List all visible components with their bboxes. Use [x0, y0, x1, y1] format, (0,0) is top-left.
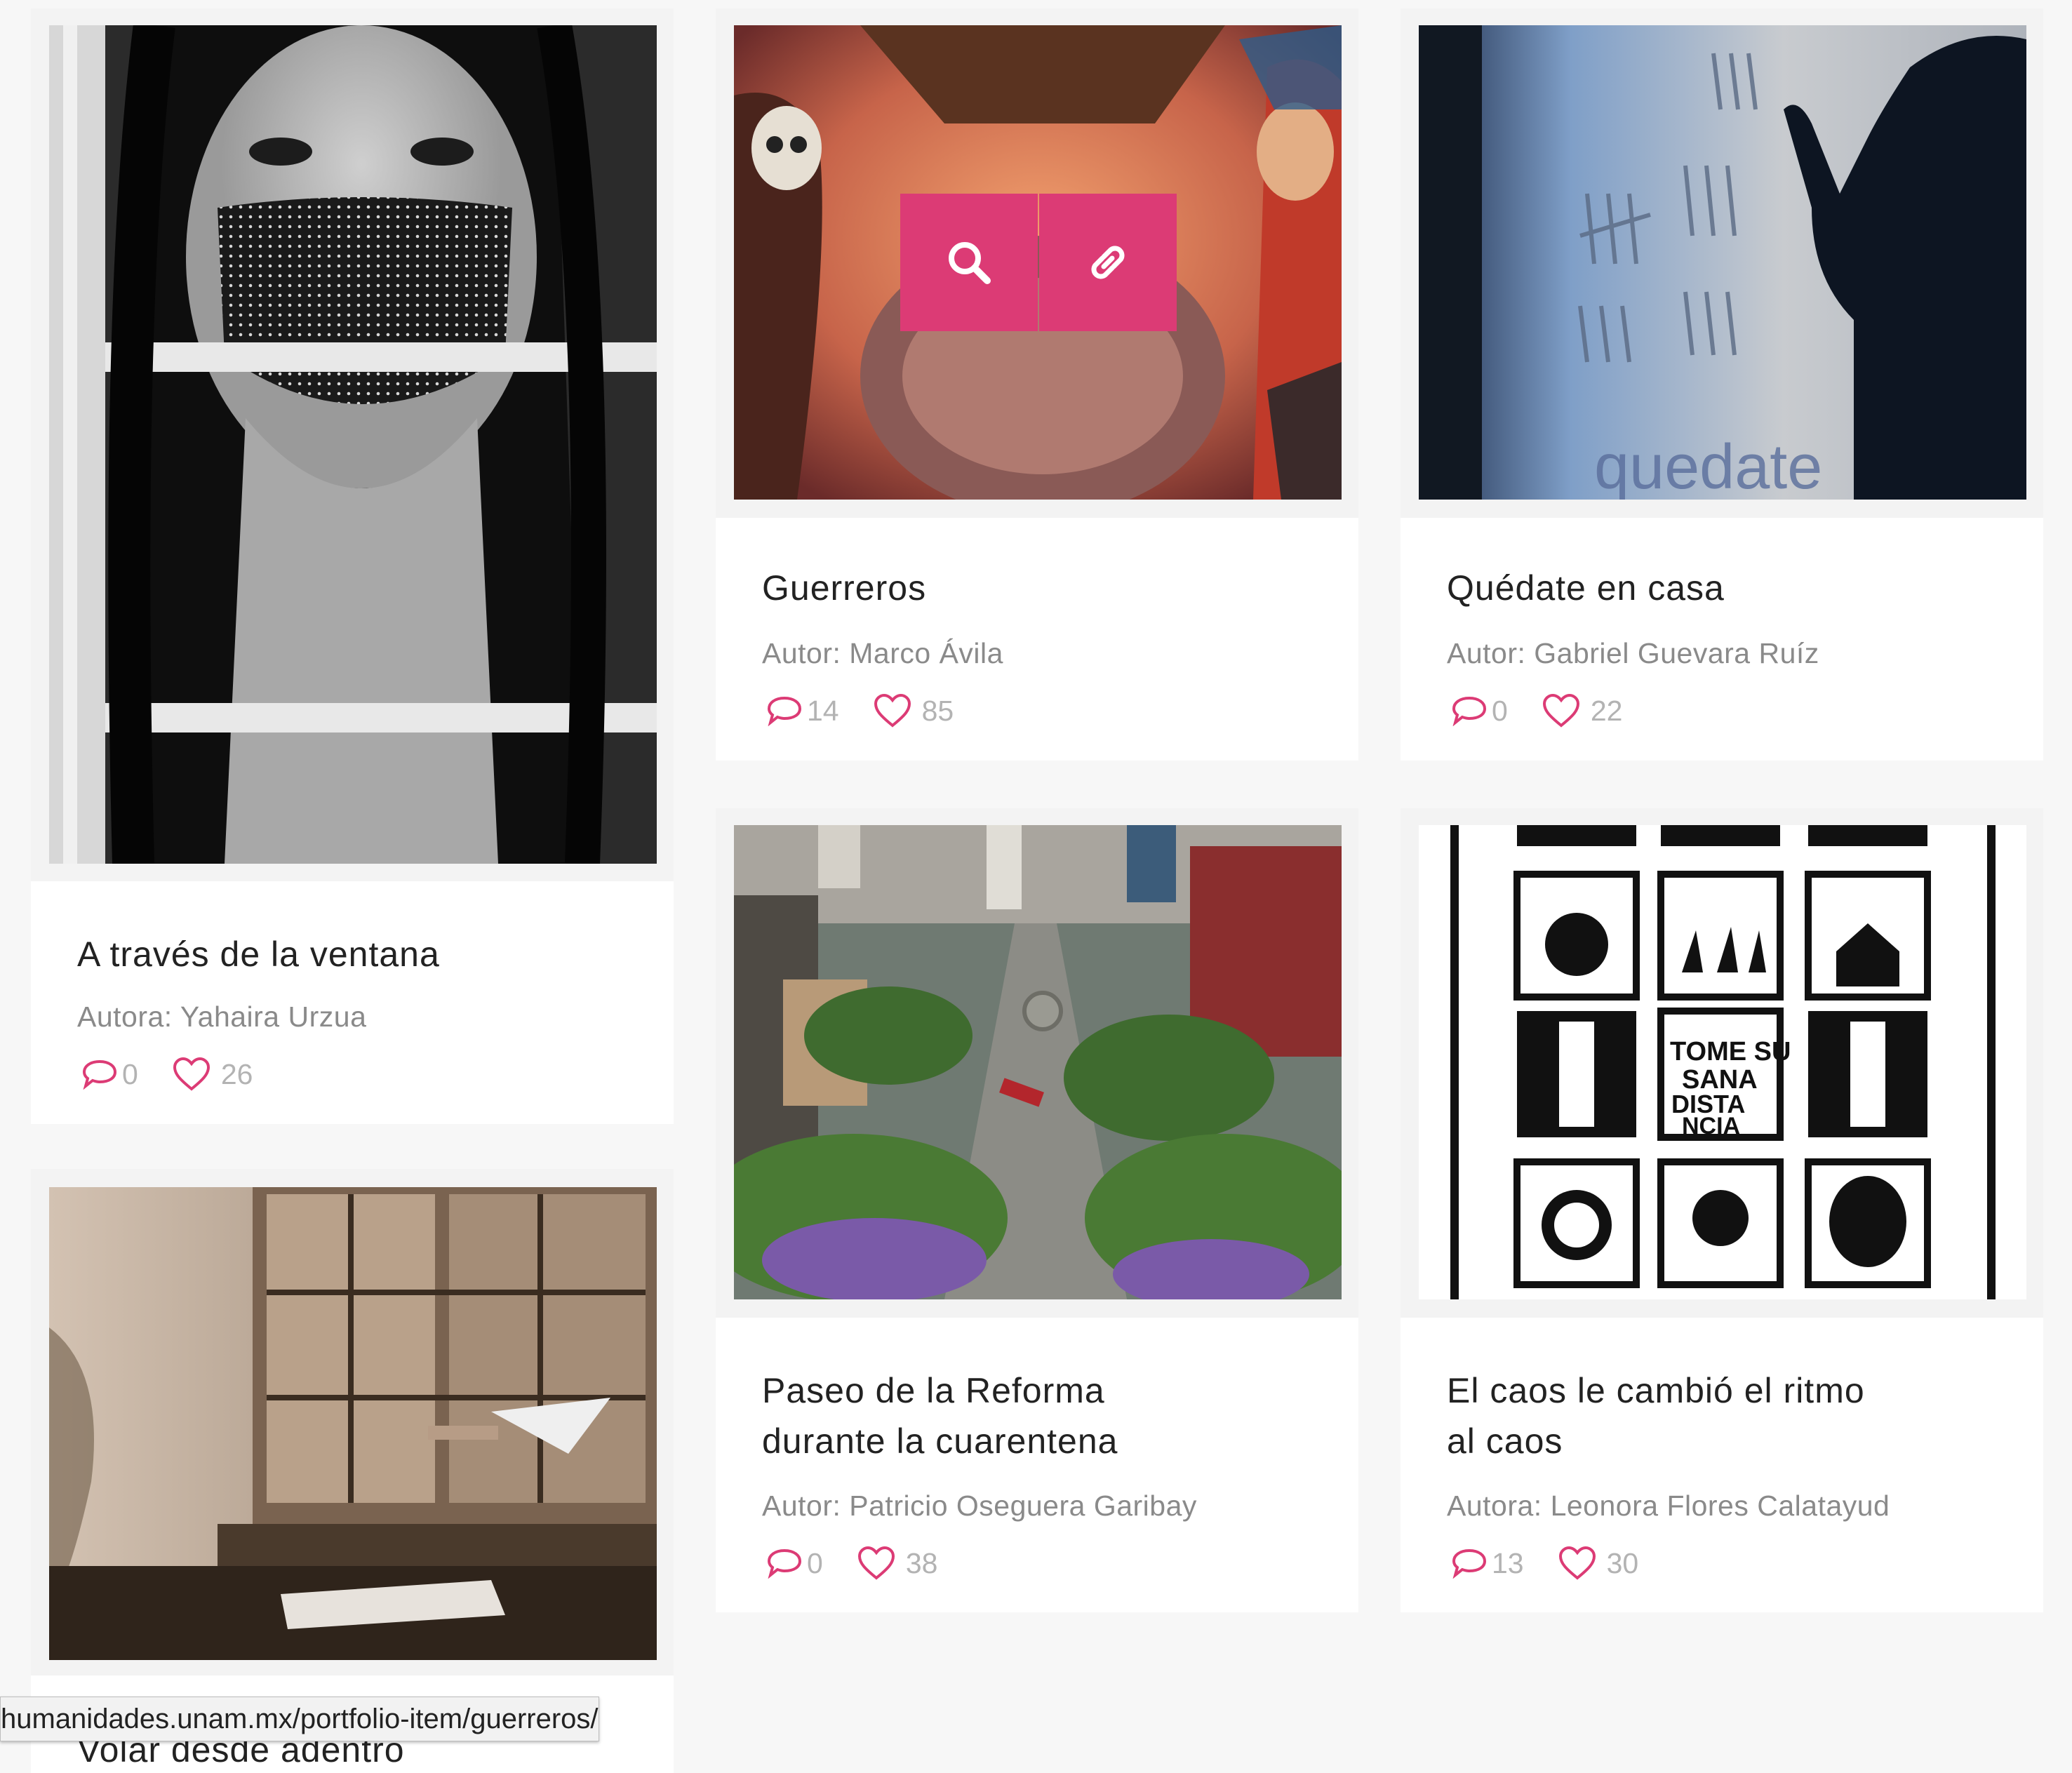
card-meta: 0 26: [81, 1057, 253, 1092]
comment-icon: [1452, 696, 1487, 726]
like-button[interactable]: 38: [857, 1546, 938, 1581]
svg-text:NCIA: NCIA: [1682, 1113, 1740, 1139]
heart-icon: [1542, 693, 1579, 728]
card-title-line: El caos le cambió el ritmo: [1447, 1371, 1865, 1410]
portfolio-card: A través de la ventana Autora: Yahaira U…: [31, 881, 674, 1124]
card-title-line: Paseo de la Reforma: [762, 1371, 1105, 1410]
like-count: 26: [220, 1057, 253, 1090]
search-icon: [949, 242, 991, 284]
like-count: 85: [921, 694, 954, 727]
card-author: Autor: Patricio Oseguera Garibay: [762, 1490, 1197, 1522]
like-count: 38: [905, 1546, 938, 1579]
svg-text:TOME SU: TOME SU: [1670, 1037, 1791, 1066]
comment-count: 13: [1492, 1546, 1524, 1579]
status-bar-url: humanidades.unam.mx/portfolio-item/guerr…: [0, 1697, 599, 1741]
card-meta: 14 85: [766, 693, 954, 728]
card-author: Autora: Yahaira Urzua: [77, 1001, 367, 1033]
heart-icon: [857, 1546, 895, 1580]
comments-link[interactable]: 0: [1451, 695, 1508, 728]
like-button[interactable]: 22: [1542, 693, 1623, 728]
card-author: Autor: Marco Ávila: [762, 637, 1003, 669]
comment-count: 0: [807, 1546, 823, 1579]
portfolio-image-guerreros[interactable]: [734, 25, 1342, 500]
link-button[interactable]: [1039, 194, 1177, 331]
zoom-button[interactable]: [900, 194, 1038, 331]
portfolio-image-paseo-de-la-reforma[interactable]: [734, 825, 1342, 1299]
portfolio-image-a-traves-de-la-ventana[interactable]: [49, 25, 657, 864]
comment-icon: [82, 1059, 117, 1090]
comment-icon: [1452, 1548, 1487, 1579]
heart-icon: [173, 1057, 210, 1091]
card-title[interactable]: Guerreros: [762, 563, 926, 613]
card-title[interactable]: El caos le cambió el ritmo al caos: [1447, 1365, 1865, 1466]
card-title-line: al caos: [1447, 1421, 1563, 1461]
comment-count: 0: [122, 1057, 138, 1090]
card-title[interactable]: Quédate en casa: [1447, 563, 1725, 613]
portfolio-card: El caos le cambió el ritmo al caos Autor…: [1401, 1318, 2043, 1612]
comment-icon: [767, 696, 802, 726]
comments-link[interactable]: 13: [1451, 1547, 1524, 1580]
portfolio-image-quedate-en-casa[interactable]: quedate: [1419, 25, 2026, 500]
portfolio-card: Guerreros Autor: Marco Ávila 14 85: [716, 518, 1358, 761]
heart-icon: [1558, 1546, 1596, 1580]
link-icon: [1091, 246, 1125, 279]
portfolio-card: Paseo de la Reforma durante la cuarenten…: [716, 1318, 1358, 1612]
comments-link[interactable]: 0: [81, 1058, 138, 1091]
comments-link[interactable]: 14: [766, 695, 839, 728]
portfolio-image-el-caos[interactable]: TOME SU SANA DISTA NCIA: [1419, 825, 2026, 1299]
comment-count: 0: [1492, 694, 1508, 727]
like-count: 22: [1590, 694, 1623, 727]
comments-link[interactable]: 0: [766, 1547, 823, 1580]
like-button[interactable]: 30: [1558, 1546, 1639, 1581]
like-button[interactable]: 85: [873, 693, 954, 728]
like-button[interactable]: 26: [172, 1057, 253, 1092]
card-author: Autora: Leonora Flores Calatayud: [1447, 1490, 1890, 1522]
card-meta: 13 30: [1451, 1546, 1638, 1581]
card-meta: 0 38: [766, 1546, 937, 1581]
portfolio-card: Quédate en casa Autor: Gabriel Guevara R…: [1401, 518, 2043, 761]
card-title[interactable]: A través de la ventana: [77, 929, 440, 979]
comment-icon: [767, 1548, 802, 1579]
card-title[interactable]: Paseo de la Reforma durante la cuarenten…: [762, 1365, 1118, 1466]
card-author: Autor: Gabriel Guevara Ruíz: [1447, 637, 1819, 669]
portfolio-image-volar-desde-adentro[interactable]: [49, 1187, 657, 1660]
heart-icon: [874, 693, 911, 728]
card-meta: 0 22: [1451, 693, 1622, 728]
comment-count: 14: [807, 694, 839, 727]
like-count: 30: [1606, 1546, 1639, 1579]
svg-text:quedate: quedate: [1594, 432, 1822, 500]
card-title-line: durante la cuarentena: [762, 1421, 1118, 1461]
